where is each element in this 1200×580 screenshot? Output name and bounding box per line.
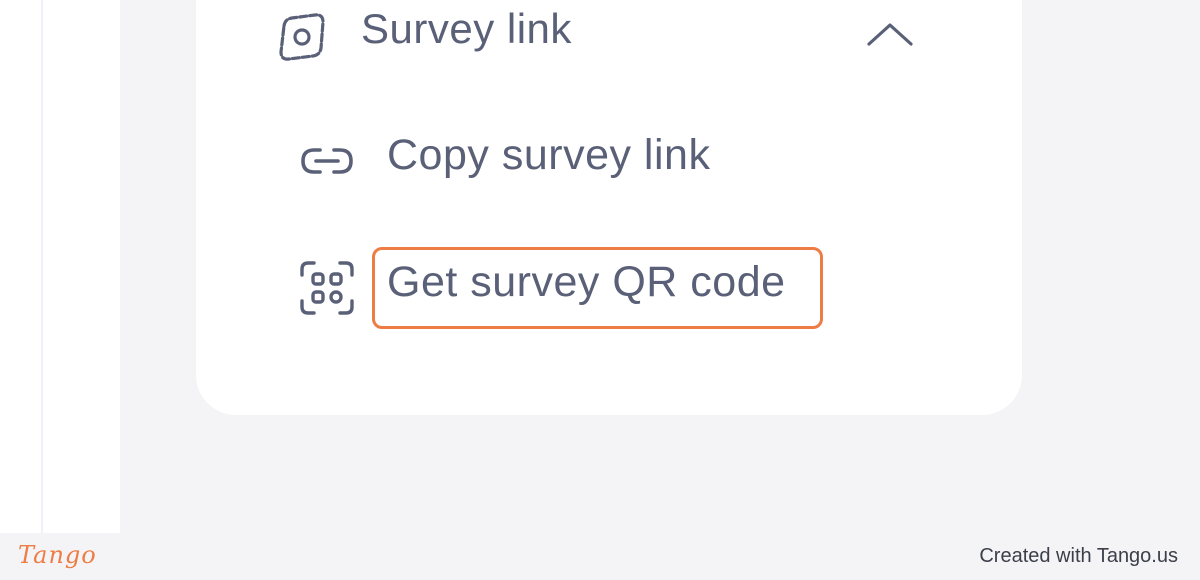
tango-logo: Tango xyxy=(18,541,97,569)
footer: Tango Created with Tango.us xyxy=(0,533,1200,580)
qr-scan-icon xyxy=(298,259,356,317)
footer-credit: Created with Tango.us xyxy=(979,545,1178,567)
survey-link-section-header[interactable]: Survey link xyxy=(275,0,925,64)
get-survey-qr-code-label: Get survey QR code xyxy=(387,258,786,306)
link-icon xyxy=(298,132,356,190)
copy-survey-link-label: Copy survey link xyxy=(387,131,711,179)
sidebar-divider xyxy=(41,0,43,533)
survey-link-title: Survey link xyxy=(361,5,572,52)
copy-survey-link-item[interactable]: Copy survey link xyxy=(298,118,858,198)
sidebar xyxy=(0,0,120,533)
chevron-up-icon[interactable] xyxy=(865,18,915,52)
survey-link-icon xyxy=(275,10,329,64)
get-survey-qr-code-item[interactable]: Get survey QR code xyxy=(298,245,858,325)
